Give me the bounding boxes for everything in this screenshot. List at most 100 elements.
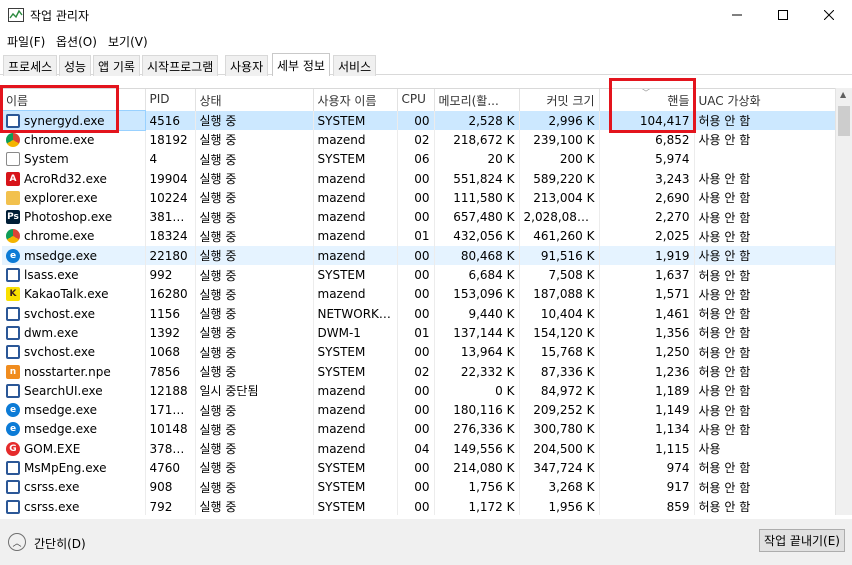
table-row[interactable]: e msedge.exe 22180 실행 중 mazend 00 80,468 K 91,5…: [2, 246, 837, 266]
cell-commit: 589,220 K: [519, 168, 600, 189]
menu-file[interactable]: 파일(F): [7, 33, 45, 50]
cell-cpu: 02: [397, 130, 435, 150]
cell-status: 실행 중: [195, 496, 314, 515]
cell-user: SYSTEM: [313, 477, 398, 497]
cell-handles: 3,243: [599, 168, 695, 189]
cell-name: e msedge.exe: [2, 419, 146, 440]
fewer-details-link[interactable]: 간단히(D): [34, 535, 86, 552]
process-name: G GOM.EXE: [6, 441, 141, 456]
gom-player-icon: G: [6, 441, 20, 456]
table-row[interactable]: svchost.exe 1156 실행 중 NETWORK ... 00 9,440 K1…: [2, 303, 837, 324]
cell-pid: 908: [145, 477, 196, 497]
cell-uac: 허용 안 함: [694, 303, 837, 324]
cell-name: MsMpEng.exe: [2, 458, 146, 478]
process-name: lsass.exe: [6, 268, 141, 283]
table-row[interactable]: lsass.exe 992 실행 중 SYSTEM 00 6,684 K 7,508 K 1,…: [2, 265, 837, 285]
cell-status: 실행 중: [195, 400, 314, 420]
table-row[interactable]: e msedge.exe 171988 실행 중 mazend 00 180,116 K 20…: [2, 400, 837, 420]
process-name: e msedge.exe: [6, 422, 141, 437]
cell-mem: 0 K: [434, 381, 520, 401]
cell-handles: 1,115: [599, 439, 695, 459]
process-name-text: csrss.exe: [24, 499, 80, 514]
column-header-cpu[interactable]: CPU: [397, 89, 435, 111]
cell-pid: 4: [145, 149, 196, 169]
cell-name: A AcroRd32.exe: [2, 168, 146, 189]
column-header-status[interactable]: 상태: [195, 89, 314, 111]
maximize-button[interactable]: [760, 0, 806, 30]
column-header-name[interactable]: 이름: [2, 89, 146, 111]
cell-user: mazend: [313, 168, 398, 189]
scroll-up-arrow-icon[interactable]: ▲: [840, 90, 846, 99]
column-header-uac[interactable]: UAC 가상화: [694, 89, 837, 111]
cell-cpu: 00: [397, 400, 435, 420]
cell-handles: 2,025: [599, 226, 695, 247]
table-row[interactable]: chrome.exe 18324 실행 중 mazend 01 432,056 K 461,…: [2, 226, 837, 247]
cell-uac: 사용 안 함: [694, 207, 837, 227]
cell-status: 실행 중: [195, 477, 314, 497]
table-row[interactable]: csrss.exe 792 실행 중 SYSTEM 00 1,172 K 1,956 K 85…: [2, 496, 837, 515]
cell-commit: 213,004 K: [519, 188, 600, 208]
cell-handles: 1,250: [599, 342, 695, 362]
cell-mem: 214,080 K: [434, 458, 520, 478]
close-button[interactable]: [806, 0, 852, 30]
table-row[interactable]: System 4 실행 중 SYSTEM 06 20 K 200 K 5,974: [2, 149, 837, 169]
table-row[interactable]: e msedge.exe 10148 실행 중 mazend 00 276,336 K 300…: [2, 419, 837, 440]
process-name: svchost.exe: [6, 345, 141, 360]
table-row[interactable]: chrome.exe 18192 실행 중 mazend 02 218,672 K 239,…: [2, 130, 837, 150]
cell-mem: 551,824 K: [434, 168, 520, 189]
cell-pid: 22180: [145, 246, 196, 266]
cell-commit: 347,724 K: [519, 458, 600, 478]
table-row[interactable]: n nosstarter.npe 7856 실행 중 SYSTEM 02 22,332 K8…: [2, 361, 837, 382]
column-header-handles[interactable]: ﹀ 핸들: [599, 89, 695, 111]
tab-users[interactable]: 사용자: [225, 55, 269, 76]
table-row[interactable]: A AcroRd32.exe 19904 실행 중 mazend 00 551,824 K5…: [2, 168, 837, 189]
column-header-username[interactable]: 사용자 이름: [313, 89, 398, 111]
vertical-scrollbar[interactable]: ▲: [835, 88, 852, 515]
cell-status: 실행 중: [195, 226, 314, 247]
process-name-text: System: [24, 152, 69, 167]
cell-handles: 1,134: [599, 419, 695, 440]
cell-pid: 12188: [145, 381, 196, 401]
table-row[interactable]: synergyd.exe 4516 실행 중 SYSTEM 00 2,528 K 2,996…: [1, 109, 837, 132]
table-row[interactable]: G GOM.EXE 378308 실행 중 mazend 04 149,556 K 204,5…: [2, 439, 837, 459]
cell-pid: 1392: [145, 323, 196, 343]
cell-commit: 2,028,080 K: [519, 207, 600, 227]
table-row[interactable]: explorer.exe 10224 실행 중 mazend 00 111,580 K 21…: [2, 188, 837, 208]
table-row[interactable]: svchost.exe 1068 실행 중 SYSTEM 00 13,964 K 15,76…: [2, 342, 837, 362]
menu-options[interactable]: 옵션(O): [56, 33, 97, 50]
chevron-up-icon[interactable]: ︿: [8, 533, 26, 551]
cell-uac: 허용 안 함: [694, 477, 837, 497]
table-row[interactable]: Ps Photoshop.exe 381332 실행 중 mazend 00 657,480…: [2, 207, 837, 227]
cell-commit: 239,100 K: [519, 130, 600, 150]
table-row[interactable]: dwm.exe 1392 실행 중 DWM-1 01 137,144 K 154,120 K…: [2, 323, 837, 343]
kakaotalk-icon: K: [6, 287, 20, 302]
cell-user: mazend: [313, 130, 398, 150]
end-task-button[interactable]: 작업 끝내기(E): [759, 529, 845, 552]
table-row[interactable]: csrss.exe 908 실행 중 SYSTEM 00 1,756 K 3,268 K 91…: [2, 477, 837, 497]
minimize-button[interactable]: [714, 0, 760, 30]
column-header-commit-size[interactable]: 커밋 크기: [519, 89, 600, 111]
cell-cpu: 00: [397, 265, 435, 285]
column-header-pid[interactable]: PID: [145, 89, 196, 111]
tab-app-history[interactable]: 앱 기록: [93, 55, 140, 76]
tab-processes[interactable]: 프로세스: [3, 55, 58, 76]
tab-performance[interactable]: 성능: [59, 55, 92, 76]
cell-status: 실행 중: [195, 342, 314, 362]
cell-user: SYSTEM: [313, 149, 398, 169]
tab-services[interactable]: 서비스: [333, 55, 377, 76]
table-row[interactable]: SearchUI.exe 12188 일시 중단됨 mazend 00 0 K 84,972…: [2, 381, 837, 401]
cell-pid: 4760: [145, 458, 196, 478]
tab-startup[interactable]: 시작프로그램: [142, 55, 219, 76]
process-name: MsMpEng.exe: [6, 460, 141, 475]
cell-status: 실행 중: [195, 168, 314, 189]
tab-details[interactable]: 세부 정보: [272, 53, 330, 76]
cell-mem: 9,440 K: [434, 303, 520, 324]
menu-view[interactable]: 보기(V): [108, 33, 148, 50]
table-row[interactable]: MsMpEng.exe 4760 실행 중 SYSTEM 00 214,080 K 347,…: [2, 458, 837, 478]
cell-cpu: 00: [397, 496, 435, 515]
column-header-memory[interactable]: 메모리(활...: [434, 89, 520, 111]
cell-name: svchost.exe: [2, 342, 146, 362]
table-row[interactable]: K KakaoTalk.exe 16280 실행 중 mazend 00 153,096 K…: [2, 284, 837, 304]
process-name-text: msedge.exe: [24, 248, 98, 263]
scroll-thumb[interactable]: [838, 106, 850, 136]
